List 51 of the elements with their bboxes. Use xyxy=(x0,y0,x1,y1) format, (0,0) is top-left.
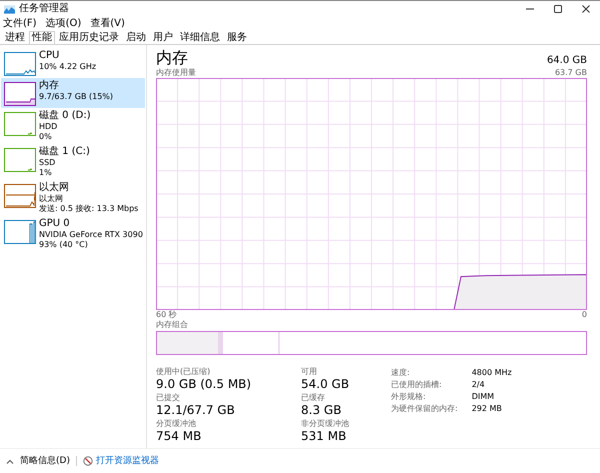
detail-label: 已使用的插槽: xyxy=(391,379,443,390)
total-memory: 64.0 GB xyxy=(546,54,587,68)
tab[interactable]: 启动 xyxy=(123,31,149,44)
fewer-details-link[interactable]: 简略信息(D) xyxy=(20,456,70,466)
sidebar-item[interactable]: 内存 9.7/63.7 GB (15%) xyxy=(1,78,145,108)
stat-value: 754 MB xyxy=(156,429,202,443)
time-axis-label: 60 秒 xyxy=(156,310,177,320)
sidebar-item[interactable]: CPU 10% 4.22 GHz xyxy=(1,48,145,78)
detail-label: 为硬件保留的内存: xyxy=(391,403,458,414)
tab[interactable]: 用户 xyxy=(150,31,176,44)
sidebar-item[interactable]: 以太网 以太网 发送: 0.5 接收: 13.3 Mbps xyxy=(1,180,145,216)
monitor-icon[interactable] xyxy=(82,456,93,466)
detail-value: DIMM xyxy=(472,391,496,402)
detail-value: 2/4 xyxy=(472,379,486,390)
section-title: 内存 xyxy=(156,48,188,68)
tab[interactable]: 应用历史记录 xyxy=(56,31,122,44)
maximize-icon[interactable] xyxy=(553,4,563,14)
stat-label: 已缓存 xyxy=(301,393,326,403)
open-resource-monitor-link[interactable]: 打开资源监视器 xyxy=(96,456,159,466)
sidebar-item[interactable]: GPU 0 NVIDIA GeForce RTX 3090 93% (40 °C) xyxy=(1,216,145,252)
sidebar-item[interactable]: 磁盘 0 (D:) HDD 0% xyxy=(1,108,145,144)
detail-label: 速度: xyxy=(391,367,411,378)
chart-max: 63.7 GB xyxy=(554,68,587,78)
tab[interactable]: 性能 xyxy=(29,31,55,44)
caret-icon[interactable] xyxy=(6,458,14,464)
tab[interactable]: 详细信息 xyxy=(177,31,223,44)
detail-label: 外形规格: xyxy=(391,391,427,402)
tab[interactable]: 进程 xyxy=(2,31,28,44)
stat-value: 8.3 GB xyxy=(301,403,342,417)
stat-value: 9.0 GB (0.5 MB) xyxy=(156,377,252,391)
time-axis-label: 0 xyxy=(582,310,587,320)
stat-label: 已提交 xyxy=(156,393,181,403)
stat-label: 非分页缓冲池 xyxy=(301,419,350,429)
chart-label: 内存使用量 xyxy=(156,68,196,78)
menu-item[interactable]: 查看(V) xyxy=(90,18,125,30)
tab[interactable]: 服务 xyxy=(224,31,250,44)
detail-value: 292 MB xyxy=(472,403,503,414)
detail-value: 4800 MHz xyxy=(472,367,512,378)
sidebar-item[interactable]: 磁盘 1 (C:) SSD 1% xyxy=(1,144,145,180)
close-icon[interactable] xyxy=(581,4,591,14)
menu-item[interactable]: 文件(F) xyxy=(3,18,37,30)
stat-label: 可用 xyxy=(301,367,318,377)
window-title: 任务管理器 xyxy=(19,3,69,15)
stat-value: 12.1/67.7 GB xyxy=(156,403,236,417)
stat-label: 分页缓冲池 xyxy=(156,419,197,429)
stat-value: 54.0 GB xyxy=(301,377,350,391)
app-icon xyxy=(4,4,15,14)
chart-label: 内存组合 xyxy=(156,320,188,330)
stat-label: 使用中(已压缩) xyxy=(156,367,212,377)
menu-item[interactable]: 选项(O) xyxy=(46,18,82,30)
stat-value: 531 MB xyxy=(301,429,348,443)
